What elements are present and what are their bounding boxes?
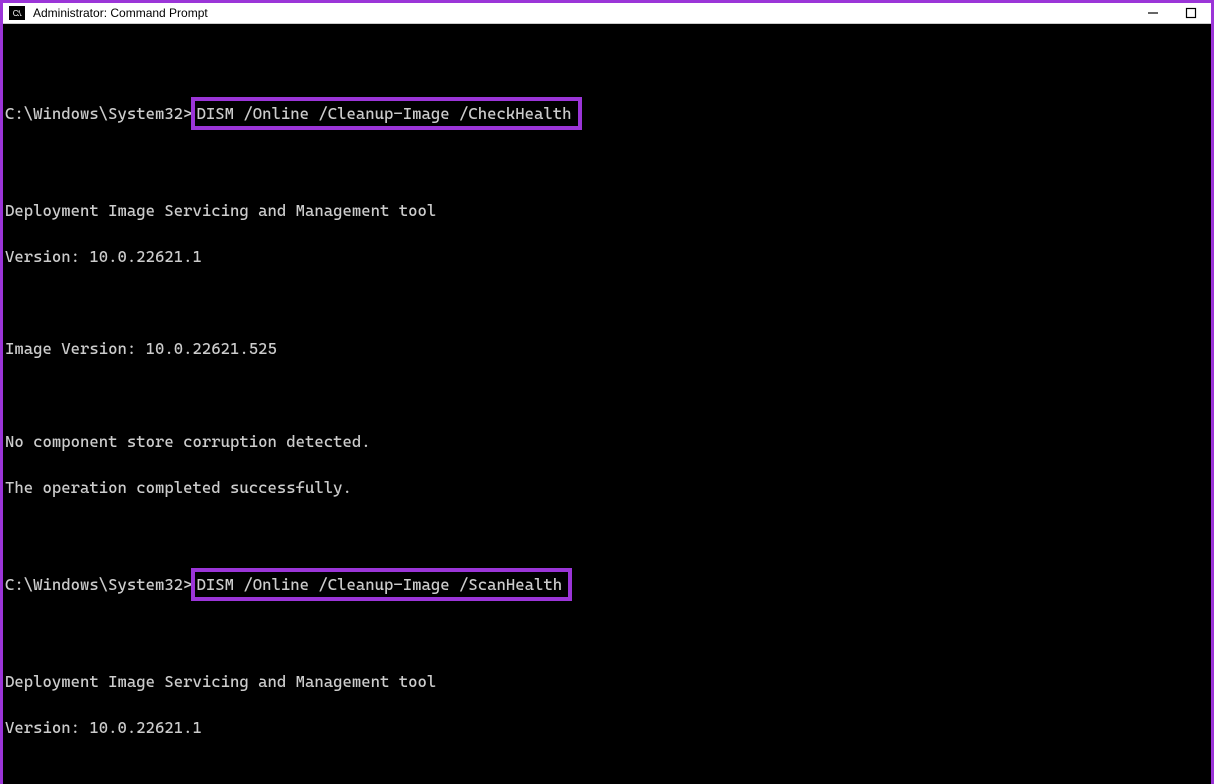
checkhealth-result: No component store corruption detected. [5, 430, 1209, 453]
dism-header: Deployment Image Servicing and Managemen… [5, 199, 1209, 222]
maximize-button[interactable] [1181, 3, 1201, 23]
prompt: C:\Windows\System32> [5, 102, 193, 125]
operation-success: The operation completed successfully. [5, 476, 1209, 499]
command-scanhealth: DISM /Online /Cleanup-Image /ScanHealth [191, 568, 573, 601]
minimize-button[interactable] [1143, 3, 1163, 23]
image-version-line: Image Version: 10.0.22621.525 [5, 337, 1209, 360]
prompt: C:\Windows\System32> [5, 573, 193, 596]
title-bar[interactable]: C:\. Administrator: Command Prompt [3, 3, 1211, 24]
version-line: Version: 10.0.22621.1 [5, 245, 1209, 268]
version-line: Version: 10.0.22621.1 [5, 716, 1209, 739]
command-checkhealth: DISM /Online /Cleanup-Image /CheckHealth [191, 97, 582, 130]
window-controls [1143, 3, 1205, 23]
dism-header: Deployment Image Servicing and Managemen… [5, 670, 1209, 693]
prompt-line-1: C:\Windows\System32>DISM /Online /Cleanu… [5, 97, 1209, 130]
terminal-output[interactable]: C:\Windows\System32>DISM /Online /Cleanu… [3, 24, 1211, 784]
terminal-icon: C:\. [9, 6, 25, 20]
command-prompt-window: C:\. Administrator: Command Prompt C:\Wi… [0, 0, 1214, 784]
window-title: Administrator: Command Prompt [33, 6, 1143, 20]
prompt-line-2: C:\Windows\System32>DISM /Online /Cleanu… [5, 568, 1209, 601]
